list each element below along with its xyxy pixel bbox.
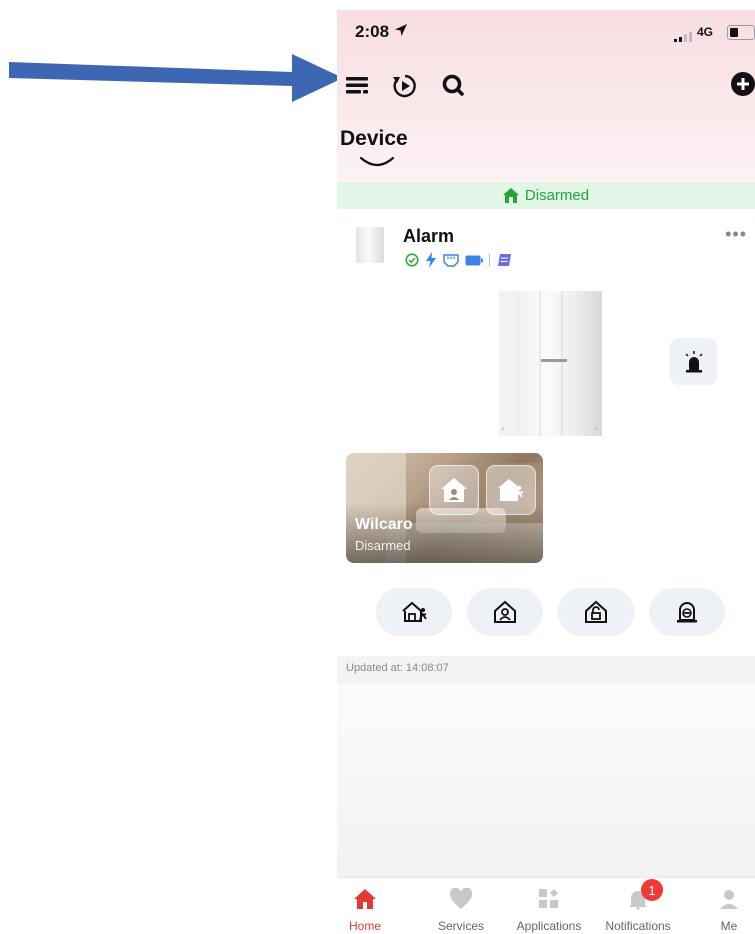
stay-mode-tile[interactable] (429, 465, 479, 515)
arm-status-banner: Disarmed (337, 182, 755, 209)
away-arm-button[interactable] (376, 588, 452, 636)
playback-icon[interactable] (391, 72, 419, 100)
tab-home[interactable]: Home (337, 878, 407, 934)
network-type: 4G (696, 25, 713, 39)
device-status-icons (405, 252, 512, 268)
arm-status-label: Disarmed (524, 187, 590, 204)
device-thumbnail (356, 227, 384, 263)
tab-home-label: Home (348, 919, 381, 933)
power-icon (426, 252, 436, 268)
online-check-icon (405, 253, 419, 267)
bottom-tab-bar: Home Services Applications 1 Notificatio… (337, 877, 755, 934)
siren-button[interactable] (670, 338, 717, 385)
stay-home-icon (441, 478, 467, 502)
tab-services-label: Services (437, 919, 484, 933)
tab-applications[interactable]: Applications (507, 878, 591, 934)
device-row[interactable]: Alarm ••• (337, 209, 755, 287)
add-device-icon[interactable] (730, 71, 755, 97)
heart-icon (449, 888, 473, 909)
battery-icon (465, 255, 483, 265)
signal-icon (674, 32, 692, 42)
status-bar: 2:08 4G (337, 10, 755, 54)
tab-services[interactable]: Services (419, 878, 503, 934)
sim-icon (498, 254, 511, 266)
disarm-icon (585, 600, 607, 623)
user-icon (720, 890, 738, 909)
menu-icon[interactable] (345, 74, 369, 96)
phone-screen: 2:08 4G Device Disarmed Alarm ••• Wilcar… (337, 10, 755, 934)
status-time: 2:08 (355, 22, 390, 41)
search-icon[interactable] (441, 73, 467, 99)
area-card[interactable]: Wilcaro Disarmed (346, 453, 543, 563)
stay-arm-icon (494, 600, 516, 623)
battery-icon (727, 25, 755, 40)
content-empty-area (337, 684, 755, 877)
disarm-button[interactable] (558, 588, 634, 636)
tab-me[interactable]: Me (687, 878, 755, 934)
stay-arm-button[interactable] (467, 588, 543, 636)
tab-notifications[interactable]: 1 Notifications (596, 878, 680, 934)
siren-icon (684, 350, 703, 372)
tab-me-label: Me (720, 919, 738, 933)
applications-icon (539, 889, 558, 908)
tab-applications-label: Applications (516, 919, 582, 933)
page-title: Device (340, 127, 408, 150)
location-arrow-icon (395, 24, 407, 36)
annotation-arrow (9, 54, 343, 102)
area-name: Wilcaro (355, 516, 413, 533)
clear-alarm-icon (677, 602, 697, 623)
away-home-icon (498, 479, 524, 501)
title-underline-curve (359, 156, 395, 167)
away-arm-icon (402, 601, 427, 622)
clear-alarm-button[interactable] (649, 588, 725, 636)
status-divider (489, 254, 490, 266)
notification-badge: 1 (641, 879, 663, 901)
control-panel-image (477, 291, 622, 436)
home-icon (354, 889, 376, 909)
home-arm-status-icon (502, 188, 519, 203)
device-name: Alarm (403, 226, 455, 246)
more-options-button[interactable]: ••• (725, 224, 747, 245)
updated-at-label: Updated at: 14:08:07 (337, 656, 755, 684)
network-port-icon (443, 254, 459, 267)
area-status: Disarmed (355, 538, 411, 553)
away-mode-tile[interactable] (486, 465, 536, 515)
tab-notifications-label: Notifications (605, 919, 671, 933)
